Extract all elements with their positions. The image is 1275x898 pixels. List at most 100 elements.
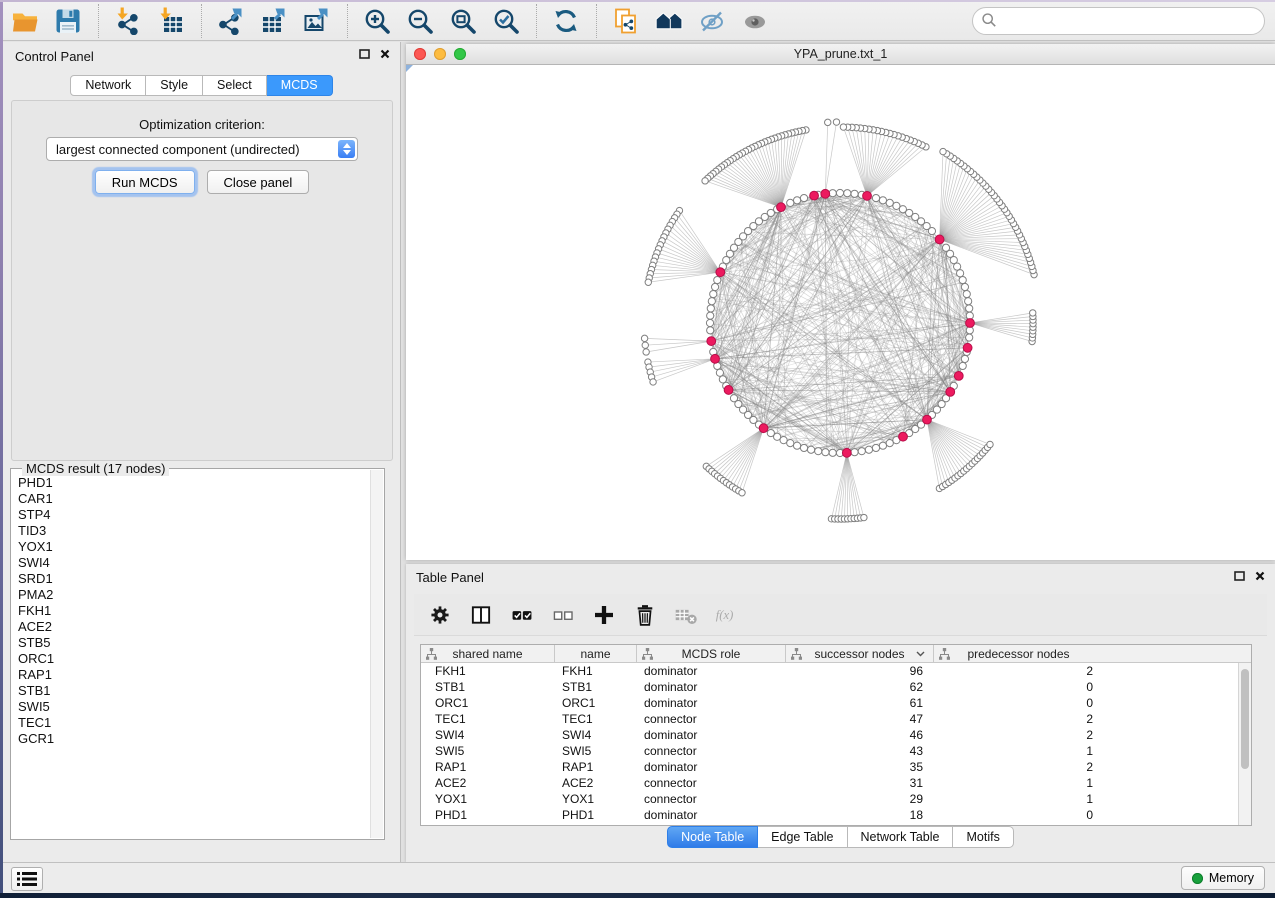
export-network-button[interactable] (214, 4, 248, 38)
import-network-button[interactable] (111, 4, 145, 38)
network-node[interactable] (787, 440, 794, 447)
mcds-result-item[interactable]: STP4 (13, 507, 369, 523)
network-node[interactable] (872, 194, 879, 201)
memory-button[interactable]: Memory (1181, 866, 1265, 890)
column-header-shared-name[interactable]: shared name (421, 645, 554, 663)
network-hub-node[interactable] (777, 203, 786, 212)
select-all-columns-button[interactable] (510, 603, 534, 627)
close-panel-button[interactable]: Close panel (207, 170, 310, 194)
network-node[interactable] (940, 148, 946, 154)
network-node[interactable] (650, 379, 656, 385)
network-hub-node[interactable] (935, 235, 944, 244)
network-node[interactable] (706, 319, 713, 326)
network-hub-node[interactable] (707, 337, 716, 346)
network-node[interactable] (707, 305, 714, 312)
table-row[interactable]: RAP1RAP1dominator352 (421, 759, 1251, 775)
network-node[interactable] (959, 362, 966, 369)
network-node[interactable] (966, 305, 973, 312)
delete-column-button[interactable] (633, 603, 657, 627)
export-image-button[interactable] (300, 4, 334, 38)
table-row[interactable]: SWI4SWI4dominator462 (421, 727, 1251, 743)
mcds-result-item[interactable]: PMA2 (13, 587, 369, 603)
network-node[interactable] (961, 283, 968, 290)
table-row[interactable]: STB1STB1dominator620 (421, 679, 1251, 695)
network-hub-node[interactable] (716, 268, 725, 277)
mcds-result-item[interactable]: YOX1 (13, 539, 369, 555)
table-row[interactable]: TEC1TEC1connector472 (421, 711, 1251, 727)
show-all-button[interactable] (738, 4, 772, 38)
network-node[interactable] (815, 448, 822, 455)
network-node[interactable] (942, 244, 949, 251)
network-node[interactable] (793, 197, 800, 204)
network-node[interactable] (963, 290, 970, 297)
network-node[interactable] (1030, 310, 1036, 316)
network-node[interactable] (822, 449, 829, 456)
duplicate-network-button[interactable] (609, 4, 643, 38)
zoom-in-button[interactable] (360, 4, 394, 38)
table-row[interactable]: ACE2ACE2connector311 (421, 775, 1251, 791)
network-node[interactable] (716, 369, 723, 376)
network-node[interactable] (965, 298, 972, 305)
create-column-button[interactable] (592, 603, 616, 627)
save-session-button[interactable] (51, 4, 85, 38)
network-node[interactable] (851, 449, 858, 456)
tab-network-table[interactable]: Network Table (848, 826, 954, 848)
mcds-result-item[interactable]: ACE2 (13, 619, 369, 635)
table-scrollbar-thumb[interactable] (1241, 669, 1249, 769)
table-row[interactable]: ORC1ORC1dominator610 (421, 695, 1251, 711)
network-node[interactable] (872, 444, 879, 451)
network-node[interactable] (966, 334, 973, 341)
network-node[interactable] (959, 276, 966, 283)
close-table-panel-button[interactable] (1255, 571, 1265, 581)
network-node[interactable] (780, 437, 787, 444)
network-hub-node[interactable] (724, 386, 733, 395)
column-header-predecessor-nodes[interactable]: predecessor nodes (933, 645, 1103, 663)
export-table-button[interactable] (257, 4, 291, 38)
network-hub-node[interactable] (711, 354, 720, 363)
mcds-result-item[interactable]: SWI4 (13, 555, 369, 571)
task-history-button[interactable] (11, 867, 43, 891)
network-hub-node[interactable] (759, 424, 768, 433)
tab-edge-table[interactable]: Edge Table (758, 826, 847, 848)
network-hub-node[interactable] (821, 189, 830, 198)
mcds-result-item[interactable]: PHD1 (13, 475, 369, 491)
network-node[interactable] (707, 327, 714, 334)
mcds-result-item[interactable]: STB5 (13, 635, 369, 651)
network-node[interactable] (886, 199, 893, 206)
tab-select[interactable]: Select (203, 75, 267, 96)
float-control-panel-button[interactable] (359, 49, 370, 59)
network-node[interactable] (886, 440, 893, 447)
network-node[interactable] (865, 446, 872, 453)
network-node[interactable] (645, 279, 651, 285)
network-node[interactable] (957, 270, 964, 277)
table-row[interactable]: FKH1FKH1dominator962 (421, 663, 1251, 679)
network-node[interactable] (702, 178, 708, 184)
network-node[interactable] (800, 194, 807, 201)
network-node[interactable] (836, 189, 843, 196)
network-node[interactable] (739, 490, 745, 496)
table-row[interactable]: YOX1YOX1connector291 (421, 791, 1251, 807)
close-control-panel-button[interactable] (380, 49, 390, 59)
network-hub-node[interactable] (954, 371, 963, 380)
mcds-result-item[interactable]: TID3 (13, 523, 369, 539)
network-node[interactable] (641, 335, 647, 341)
tab-mcds[interactable]: MCDS (267, 75, 333, 96)
network-node[interactable] (961, 355, 968, 362)
mcds-result-item[interactable]: SWI5 (13, 699, 369, 715)
run-mcds-button[interactable]: Run MCDS (95, 170, 195, 194)
mcds-result-item[interactable]: STB1 (13, 683, 369, 699)
network-hub-node[interactable] (966, 319, 975, 328)
search-input[interactable] (997, 10, 1264, 32)
network-node[interactable] (829, 449, 836, 456)
network-node[interactable] (710, 290, 717, 297)
import-table-button[interactable] (154, 4, 188, 38)
mcds-result-item[interactable]: GCR1 (13, 731, 369, 747)
network-node[interactable] (807, 446, 814, 453)
network-hub-node[interactable] (946, 387, 955, 396)
network-node[interactable] (793, 442, 800, 449)
column-header-name[interactable]: name (554, 645, 636, 663)
column-header-successor-nodes[interactable]: successor nodes (785, 645, 933, 663)
network-hub-node[interactable] (810, 191, 819, 200)
network-hub-node[interactable] (923, 415, 932, 424)
zoom-selected-button[interactable] (489, 4, 523, 38)
